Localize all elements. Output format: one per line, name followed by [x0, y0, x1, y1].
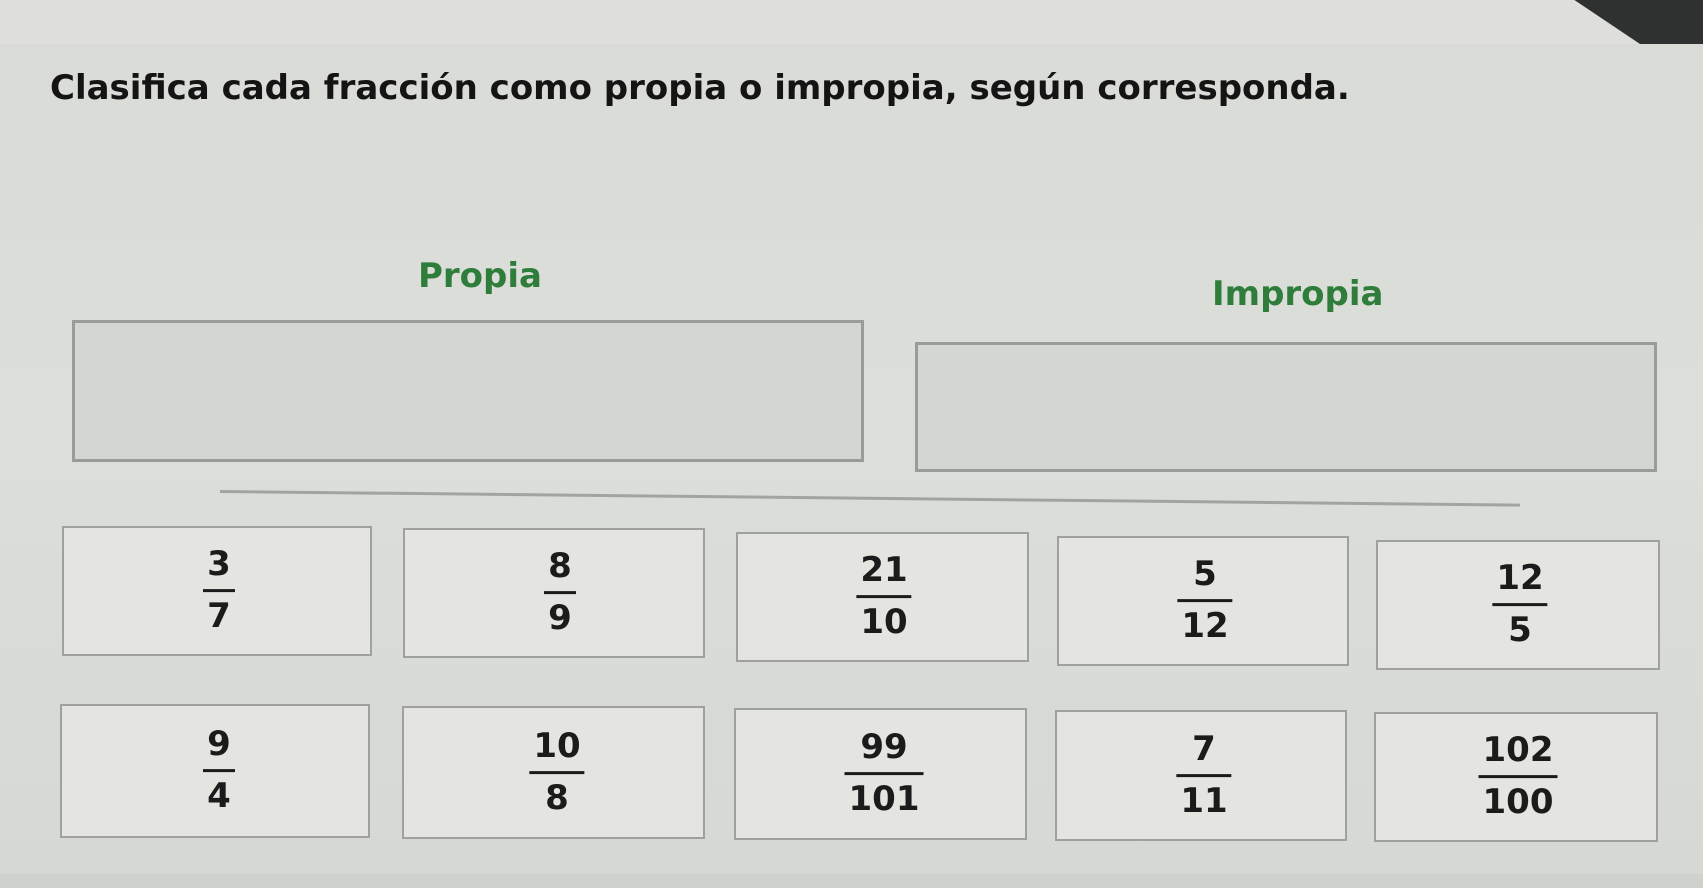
fraction: 9 4	[203, 724, 235, 817]
fraction-card-99-101[interactable]: 99 101	[734, 708, 1027, 840]
fraction: 99 101	[844, 727, 924, 820]
denominator: 8	[545, 778, 569, 818]
numerator: 3	[207, 544, 231, 585]
page-bottom-edge	[0, 874, 1703, 888]
numerator: 9	[207, 724, 231, 765]
fraction: 21 10	[856, 550, 912, 643]
denominator: 10	[860, 602, 908, 643]
fraction: 12 5	[1492, 558, 1548, 651]
fraction-card-12-5[interactable]: 12 5	[1376, 540, 1660, 670]
fraction-card-9-4[interactable]: 9 4	[60, 704, 370, 838]
fraction-bar	[1478, 775, 1558, 779]
drop-zone-propia[interactable]	[72, 320, 864, 462]
fraction: 102 100	[1478, 730, 1558, 823]
denominator: 4	[207, 776, 231, 817]
fraction-card-102-100[interactable]: 102 100	[1374, 712, 1658, 842]
fraction: 3 7	[203, 544, 235, 637]
category-title-impropia: Impropia	[1212, 274, 1384, 314]
numerator: 21	[860, 550, 908, 591]
denominator: 9	[548, 598, 572, 639]
numerator: 5	[1193, 554, 1217, 595]
numerator: 12	[1496, 558, 1544, 599]
fraction-bar	[544, 591, 576, 595]
denominator: 5	[1508, 610, 1532, 651]
fraction: 10 8	[529, 725, 585, 818]
fraction-bar	[844, 772, 924, 776]
fraction: 8 9	[544, 546, 576, 639]
fraction-card-3-7[interactable]: 3 7	[62, 526, 372, 656]
divider-line	[219, 490, 1520, 507]
fraction-card-10-8[interactable]: 10 8	[402, 706, 705, 839]
denominator: 101	[848, 779, 920, 820]
fraction-bar	[203, 589, 235, 593]
fraction: 5 12	[1177, 554, 1233, 647]
fraction-bar	[1176, 774, 1232, 777]
fraction-bar	[1492, 603, 1548, 607]
fraction-card-7-11[interactable]: 7 11	[1055, 710, 1347, 841]
numerator: 7	[1192, 728, 1216, 769]
denominator: 100	[1482, 782, 1554, 823]
numerator: 10	[533, 725, 581, 766]
numerator: 99	[860, 727, 908, 768]
fraction-bar	[856, 595, 912, 599]
category-title-propia: Propia	[418, 256, 542, 296]
fraction: 7 11	[1176, 728, 1232, 821]
monitor-top-edge	[0, 0, 1703, 44]
page-top-strip	[0, 0, 1640, 44]
denominator: 12	[1181, 606, 1229, 647]
fraction-bar	[1177, 599, 1233, 603]
denominator: 7	[207, 596, 231, 637]
instruction-text: Clasifica cada fracción como propia o im…	[50, 68, 1350, 108]
fraction-bar	[203, 769, 235, 773]
fraction-card-21-10[interactable]: 21 10	[736, 532, 1029, 662]
numerator: 8	[548, 546, 572, 587]
numerator: 102	[1482, 730, 1554, 771]
fraction-card-5-12[interactable]: 5 12	[1057, 536, 1349, 666]
fraction-card-8-9[interactable]: 8 9	[403, 528, 705, 658]
fraction-bar	[529, 771, 585, 774]
denominator: 11	[1180, 781, 1228, 821]
activity-screen: Clasifica cada fracción como propia o im…	[0, 0, 1703, 888]
drop-zone-impropia[interactable]	[915, 342, 1657, 472]
